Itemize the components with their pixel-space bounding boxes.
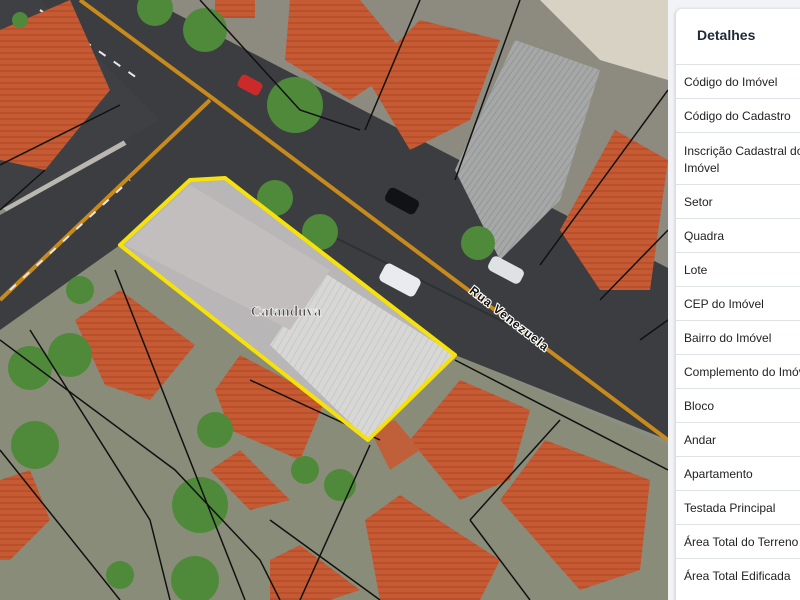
detail-row: Testada Principal — [676, 490, 800, 524]
detail-label: CEP do Imóvel — [684, 296, 764, 311]
detail-row: Andar — [676, 422, 800, 456]
detail-row: Apartamento — [676, 456, 800, 490]
detail-label: Área Total Edificada — [684, 568, 791, 583]
detail-label: Andar — [684, 432, 717, 447]
detail-label: Testada Principal — [684, 500, 776, 515]
details-card: Detalhes Código do Imóvel Código do Cada… — [676, 9, 800, 600]
detail-label: Código do Cadastro — [684, 108, 791, 123]
detail-row: Inscrição Cadastral do Imóvel — [676, 132, 800, 184]
detail-label: Área Total do Terreno — [684, 534, 799, 549]
detail-label: Inscrição Cadastral do Imóvel — [684, 144, 800, 175]
detail-label: Apartamento — [684, 466, 753, 481]
detail-row: Código do Imóvel — [676, 64, 800, 98]
detail-row: Lote — [676, 252, 800, 286]
detail-label: Setor — [684, 194, 713, 209]
map-view[interactable]: Catanduva Rua Venezuela — [0, 0, 668, 600]
detail-label: Código do Imóvel — [684, 74, 778, 89]
detail-label: Quadra — [684, 228, 725, 243]
detail-label: Bloco — [684, 398, 715, 413]
detail-label: Lote — [684, 262, 708, 277]
detail-label: Bairro do Imóvel — [684, 330, 772, 345]
parcel-label: Catanduva — [251, 304, 322, 320]
detail-row: CEP do Imóvel — [676, 286, 800, 320]
detail-row: Complemento do Imóvel — [676, 354, 800, 388]
detail-row: Bairro do Imóvel — [676, 320, 800, 354]
detail-row: Quadra — [676, 218, 800, 252]
details-panel: Detalhes Código do Imóvel Código do Cada… — [668, 0, 800, 600]
detail-row: Setor — [676, 184, 800, 218]
detail-row: Área Total do Terreno — [676, 524, 800, 558]
panel-title: Detalhes — [697, 27, 756, 43]
detail-label: Complemento do Imóvel — [684, 364, 800, 379]
detail-row: Bloco — [676, 388, 800, 422]
detail-row: Área Total Edificada — [676, 558, 800, 592]
detail-row: Código do Cadastro — [676, 98, 800, 132]
